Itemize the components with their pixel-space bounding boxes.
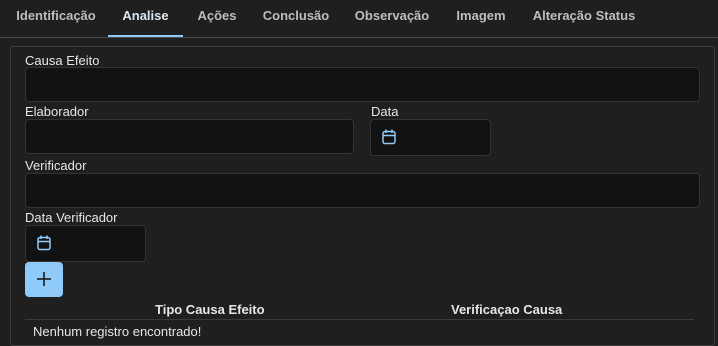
plus-icon [37,272,51,286]
causa-efeito-input[interactable] [25,67,700,102]
verificador-input[interactable] [25,173,700,208]
empty-table-message: Nenhum registro encontrado! [33,324,202,339]
table-divider [25,319,694,320]
causa-efeito-label: Causa Efeito [25,53,100,68]
active-tab-indicator [108,35,183,37]
tab-identificacao[interactable]: Identificação [12,0,100,37]
data-date-picker[interactable] [370,119,491,156]
data-verificador-date-picker[interactable] [25,225,146,262]
add-button[interactable] [25,262,63,297]
tab-acoes[interactable]: Ações [193,0,241,37]
verificador-label: Verificador [25,158,87,173]
column-header-tipo-causa-efeito[interactable]: Tipo Causa Efeito [155,302,265,317]
tab-conclusao[interactable]: Conclusão [257,0,335,37]
tab-observacao[interactable]: Observação [350,0,434,37]
data-verificador-label: Data Verificador [25,210,118,225]
calendar-icon [382,129,396,145]
calendar-icon [37,235,51,251]
tab-alteracao-status[interactable]: Alteração Status [528,0,640,37]
data-label: Data [371,104,399,119]
tab-bar: Identificação Analise Ações Conclusão Ob… [0,0,718,38]
tab-analise[interactable]: Analise [108,0,183,37]
tab-imagem[interactable]: Imagem [450,0,512,37]
elaborador-input[interactable] [25,119,354,154]
column-header-verificacao-causa[interactable]: Verificaçao Causa [451,302,562,317]
elaborador-label: Elaborador [25,104,89,119]
